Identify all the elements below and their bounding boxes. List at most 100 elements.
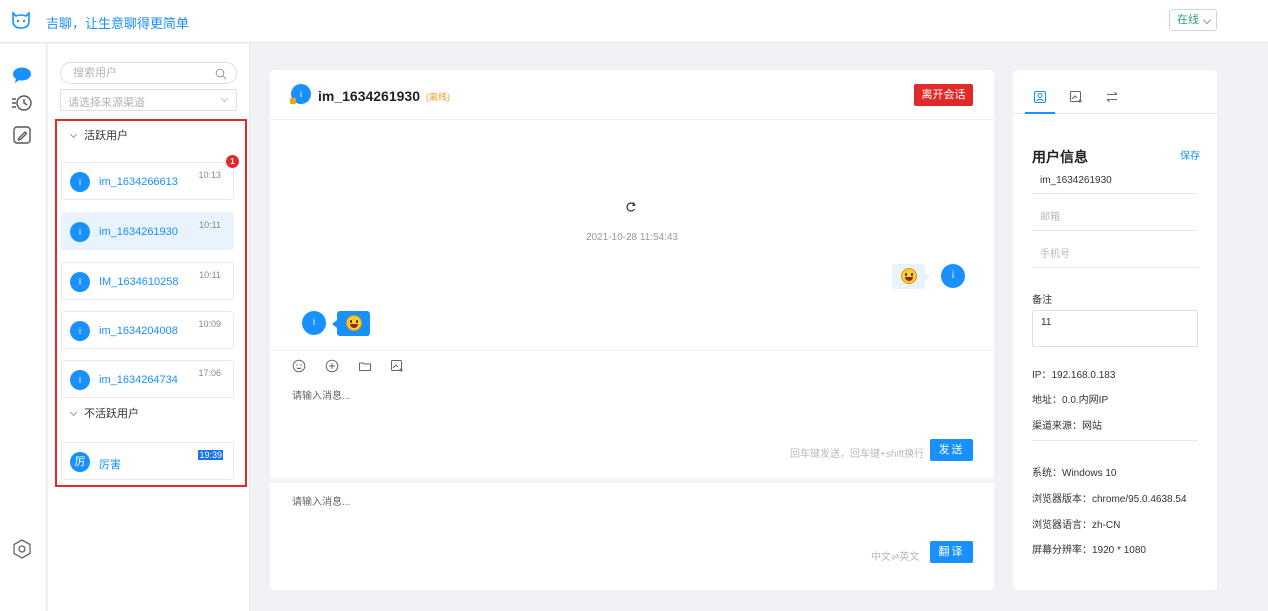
- send-hint: 回车键发送，回车键+shift换行: [790, 449, 925, 460]
- source-channel-placeholder: 请选择来源渠道: [68, 97, 145, 109]
- chevron-down-icon: [69, 130, 78, 139]
- source-channel-select[interactable]: 请选择来源渠道: [60, 89, 237, 111]
- save-button[interactable]: 保存: [1180, 147, 1200, 162]
- avatar: 厉: [70, 452, 90, 472]
- refresh-icon[interactable]: [625, 201, 637, 213]
- tab-user-profile[interactable]: [1025, 82, 1055, 114]
- os-info: 系统：Windows 10: [1032, 468, 1117, 479]
- user-item-im-1634261930[interactable]: i im_1634261930 10:11: [61, 212, 234, 250]
- avatar: i: [70, 321, 90, 341]
- leave-session-button[interactable]: 离开会话: [914, 84, 973, 106]
- settings-icon[interactable]: [11, 538, 33, 560]
- email-field[interactable]: [1032, 205, 1198, 231]
- info-tabs: [1013, 82, 1217, 114]
- transfer-icon: [1106, 91, 1118, 103]
- divider: [1032, 440, 1198, 441]
- user-time: 17:06: [198, 368, 221, 378]
- chat-header: i im_1634261930 (离线) 离开会话: [270, 70, 994, 120]
- image-add-tab-icon: [1070, 91, 1082, 103]
- tab-image[interactable]: [1061, 82, 1091, 114]
- inactive-users-label: 不活跃用户: [84, 408, 139, 420]
- notes-label: 备注: [1032, 295, 1052, 306]
- chevron-down-icon: [69, 408, 78, 417]
- grin-emoji-icon: [345, 315, 362, 331]
- search-box[interactable]: [60, 62, 237, 84]
- username-field[interactable]: [1032, 168, 1198, 194]
- translate-input[interactable]: [292, 493, 972, 543]
- chat-panel: i im_1634261930 (离线) 离开会话 2021-10-28 11:…: [270, 70, 994, 590]
- user-info-title: 用户信息: [1032, 149, 1088, 165]
- top-bar: 吉聊，让生意聊得更简单 在线: [0, 0, 1268, 43]
- user-time: 10:11: [199, 220, 221, 230]
- my-avatar: i: [941, 264, 965, 288]
- chat-title: im_1634261930: [318, 88, 420, 104]
- user-list-highlight: 活跃用户 i im_1634266613 10:13 1 i im_163426…: [55, 119, 247, 487]
- message-area: 2021-10-28 11:54:43 i i: [270, 121, 994, 350]
- message-timestamp: 2021-10-28 11:54:43: [585, 232, 679, 243]
- status-select[interactable]: 在线: [1169, 9, 1217, 31]
- user-time: 10:09: [198, 319, 221, 329]
- search-input[interactable]: [73, 65, 213, 81]
- grin-emoji-icon: [900, 268, 917, 284]
- translator-panel: 中文⇌英文 翻译: [270, 478, 994, 590]
- folder-icon[interactable]: [358, 359, 372, 373]
- resolution-info: 屏幕分辨率：1920 * 1080: [1032, 545, 1146, 556]
- user-name: IM_1634610258: [99, 276, 179, 288]
- user-item-im-1634204008[interactable]: i im_1634204008 10:09: [61, 311, 234, 349]
- chat-avatar-letter: i: [300, 89, 302, 99]
- user-name: im_1634264734: [99, 374, 178, 386]
- avatar: I: [70, 272, 90, 292]
- emoji-icon[interactable]: [292, 359, 306, 373]
- tab-transfer[interactable]: [1097, 82, 1127, 114]
- peer-avatar: i: [302, 311, 326, 335]
- nav-rail: [0, 44, 47, 611]
- inactive-users-group[interactable]: 不活跃用户: [69, 405, 139, 421]
- user-profile-icon: [1034, 91, 1046, 103]
- avatar: i: [70, 172, 90, 192]
- user-time: 19:39: [198, 450, 223, 460]
- user-name: 厉害: [99, 459, 121, 471]
- offline-indicator: [290, 98, 296, 104]
- phone-field[interactable]: [1032, 242, 1198, 268]
- avatar: i: [70, 370, 90, 390]
- notes-field[interactable]: 11: [1032, 310, 1198, 347]
- channel-info: 渠道来源：网站: [1032, 421, 1102, 432]
- user-info-panel: 用户信息 保存 备注 11 IP：192.168.0.183 地址：0.0.内网…: [1013, 70, 1217, 590]
- add-icon[interactable]: [325, 359, 339, 373]
- logo-icon: [12, 11, 30, 29]
- user-list-panel: 请选择来源渠道 活跃用户 i im_1634266613 10:13 1 i i…: [48, 44, 250, 611]
- incoming-message: [332, 311, 370, 336]
- image-add-icon[interactable]: [390, 359, 404, 373]
- user-name: im_1634266613: [99, 176, 178, 188]
- active-users-label: 活跃用户: [84, 130, 128, 142]
- user-item-im-1634610258[interactable]: I IM_1634610258 10:11: [61, 262, 234, 300]
- user-item-im-1634266613[interactable]: i im_1634266613 10:13 1: [61, 155, 239, 200]
- user-item-im-1634264734[interactable]: i im_1634264734 17:06: [61, 360, 234, 398]
- user-item-lihai[interactable]: 厉 厉害 19:39: [61, 442, 234, 480]
- active-users-group[interactable]: 活跃用户: [69, 127, 128, 143]
- browser-info: 浏览器版本：chrome/95.0.4638.54: [1032, 494, 1187, 505]
- message-composer: 回车键发送，回车键+shift换行 发送: [270, 350, 994, 477]
- search-icon[interactable]: [215, 68, 227, 80]
- outgoing-message: [892, 264, 930, 289]
- ip-info: IP：192.168.0.183: [1032, 370, 1116, 381]
- message-input[interactable]: [292, 387, 972, 437]
- status-value: 在线: [1177, 14, 1199, 26]
- edit-icon[interactable]: [11, 124, 33, 146]
- user-name: im_1634261930: [99, 226, 178, 238]
- chat-status: (离线): [426, 92, 450, 102]
- unread-badge: 1: [226, 155, 239, 168]
- chat-avatar: i: [290, 84, 311, 104]
- user-time: 10:11: [199, 270, 221, 280]
- chevron-down-icon: [1202, 15, 1212, 25]
- translate-button[interactable]: 翻译: [930, 541, 973, 563]
- send-button[interactable]: 发送: [930, 439, 973, 461]
- user-time: 10:13: [198, 170, 221, 180]
- language-info: 浏览器语言：zh-CN: [1032, 520, 1121, 531]
- avatar: i: [70, 222, 90, 242]
- history-icon[interactable]: [11, 92, 33, 114]
- chevron-down-icon: [220, 94, 229, 103]
- language-pair[interactable]: 中文⇌英文: [871, 548, 919, 563]
- chat-icon[interactable]: [11, 64, 33, 86]
- user-name: im_1634204008: [99, 325, 178, 337]
